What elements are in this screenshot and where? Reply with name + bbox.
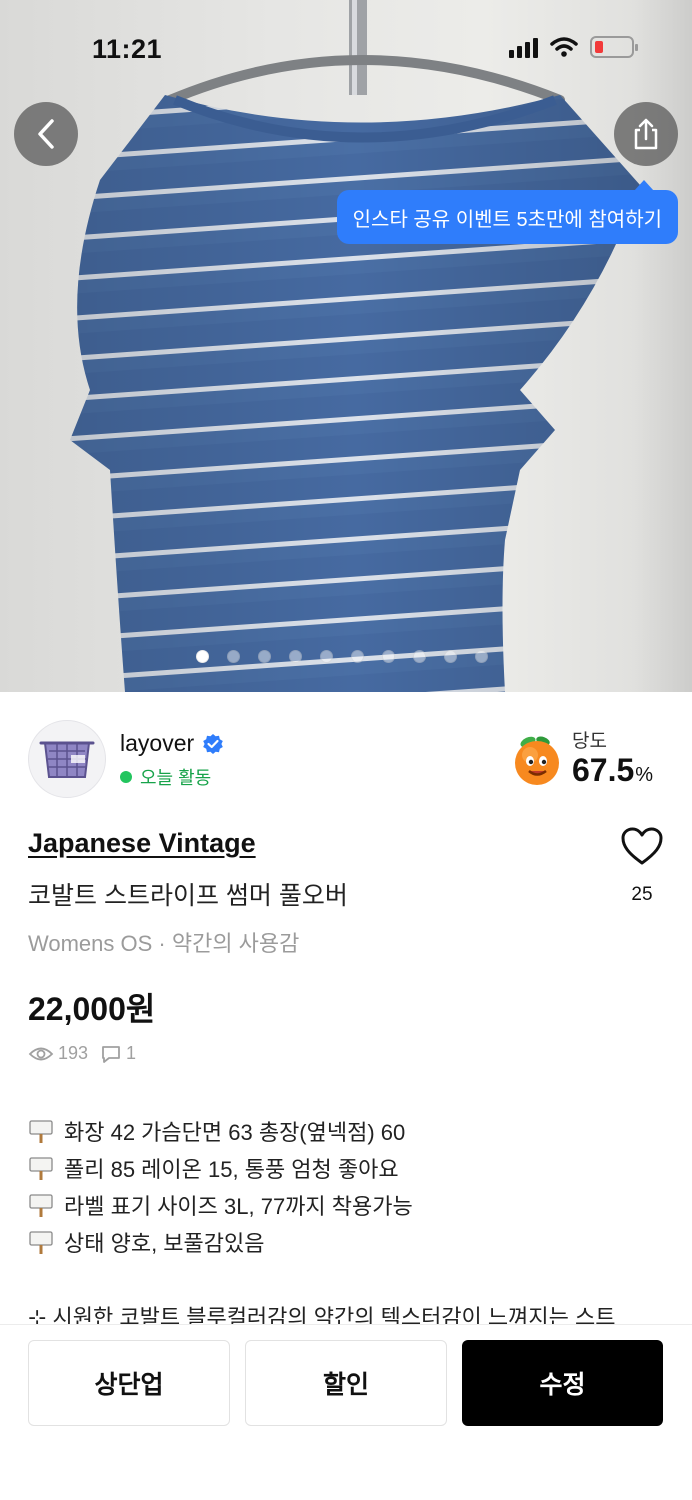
sweetness-unit: % [635, 764, 654, 786]
back-button[interactable] [14, 102, 78, 166]
battery-icon [590, 36, 638, 58]
share-event-tooltip[interactable]: 인스타 공유 이벤트 5초만에 참여하기 [336, 180, 678, 244]
carousel-dot [444, 650, 457, 663]
description-text: 상태 양호, 보풀감있음 [64, 1230, 265, 1256]
description-line: 상태 양호, 보풀감있음 [28, 1223, 413, 1260]
status-time: 11:21 [92, 34, 163, 64]
peach-mascot-icon [515, 736, 559, 785]
sweetness-number: 67.5 [572, 752, 635, 788]
carousel-dot [289, 650, 302, 663]
carousel-dot [475, 650, 488, 663]
bottom-action-bar: 상단업 할인 수정 [0, 1324, 692, 1500]
chevron-left-icon [38, 119, 54, 149]
description-continued: ⊹ 시원한 코발트 블루컬러감의 약간의 텍스터감이 느껴지는 스트 [28, 1300, 668, 1324]
product-photo [70, 0, 640, 692]
description-text: 폴리 85 레이온 15, 통풍 엄청 좋아요 [64, 1156, 399, 1182]
seller-name-row[interactable]: layover [120, 730, 224, 757]
signpost-icon [28, 1118, 54, 1144]
like-count: 25 [631, 884, 653, 905]
comment-count-stat: 1 [100, 1043, 136, 1064]
signpost-icon [28, 1192, 54, 1218]
view-count-stat: 193 [28, 1043, 88, 1064]
carousel-dot [320, 650, 333, 663]
sweetness-label: 당도 [572, 731, 607, 752]
edit-button[interactable]: 수정 [462, 1340, 663, 1426]
product-photo-carousel[interactable]: 11:21 인스타 공유 이벤트 5초만에 참여하기 [0, 0, 692, 692]
carousel-indicator [196, 650, 488, 663]
bump-button[interactable]: 상단업 [28, 1340, 230, 1426]
product-meta: Womens OS · 약간의 사용감 [28, 931, 300, 956]
activity-text: 오늘 활동 [140, 768, 212, 788]
seller-name[interactable]: layover [120, 730, 194, 757]
comment-icon [102, 1045, 120, 1063]
description-more-text: ⊹ 시원한 코발트 블루컬러감의 약간의 텍스터감이 느껴지는 스트 [28, 1305, 616, 1324]
seller-avatar[interactable] [28, 720, 106, 798]
tooltip-text: 인스타 공유 이벤트 5초만에 참여하기 [352, 208, 662, 231]
wifi-icon [550, 37, 578, 57]
view-count: 193 [58, 1043, 89, 1063]
basket-icon [39, 741, 95, 778]
product-title: 코발트 스트라이프 썸머 풀오버 [28, 882, 348, 910]
description-text: 라벨 표기 사이즈 3L, 77까지 착용가능 [64, 1193, 413, 1219]
carousel-dot [413, 650, 426, 663]
product-price: 22,000원 [28, 991, 156, 1027]
discount-button[interactable]: 할인 [245, 1340, 447, 1426]
status-icons [509, 36, 638, 58]
carousel-dot [227, 650, 240, 663]
product-stats: 193 1 [28, 1043, 142, 1064]
signpost-icon [28, 1155, 54, 1181]
description-line: 화장 42 가슴단면 63 총장(옆넥점) 60 [28, 1112, 413, 1149]
carousel-dot [258, 650, 271, 663]
carousel-dot [196, 650, 209, 663]
seller-activity-status: 오늘 활동 [120, 764, 211, 790]
description-text: 화장 42 가슴단면 63 총장(옆넥점) 60 [64, 1119, 406, 1145]
description-line: 폴리 85 레이온 15, 통풍 엄청 좋아요 [28, 1149, 413, 1186]
share-icon [634, 118, 658, 150]
product-brand-link[interactable]: Japanese Vintage [28, 828, 256, 859]
heart-icon[interactable] [620, 826, 664, 866]
carousel-dot [351, 650, 364, 663]
online-dot-icon [120, 771, 132, 783]
description-line: 라벨 표기 사이즈 3L, 77까지 착용가능 [28, 1186, 413, 1223]
product-description: 화장 42 가슴단면 63 총장(옆넥점) 60 폴리 85 레이온 15, 통… [28, 1112, 413, 1260]
comment-count: 1 [126, 1043, 137, 1063]
signpost-icon [28, 1229, 54, 1255]
carousel-dot [382, 650, 395, 663]
verified-badge-icon [203, 733, 223, 754]
eye-icon [28, 1047, 54, 1060]
cellular-signal-icon [509, 36, 538, 58]
share-button[interactable] [614, 102, 678, 166]
sweetness-value: 67.5% [572, 752, 653, 789]
